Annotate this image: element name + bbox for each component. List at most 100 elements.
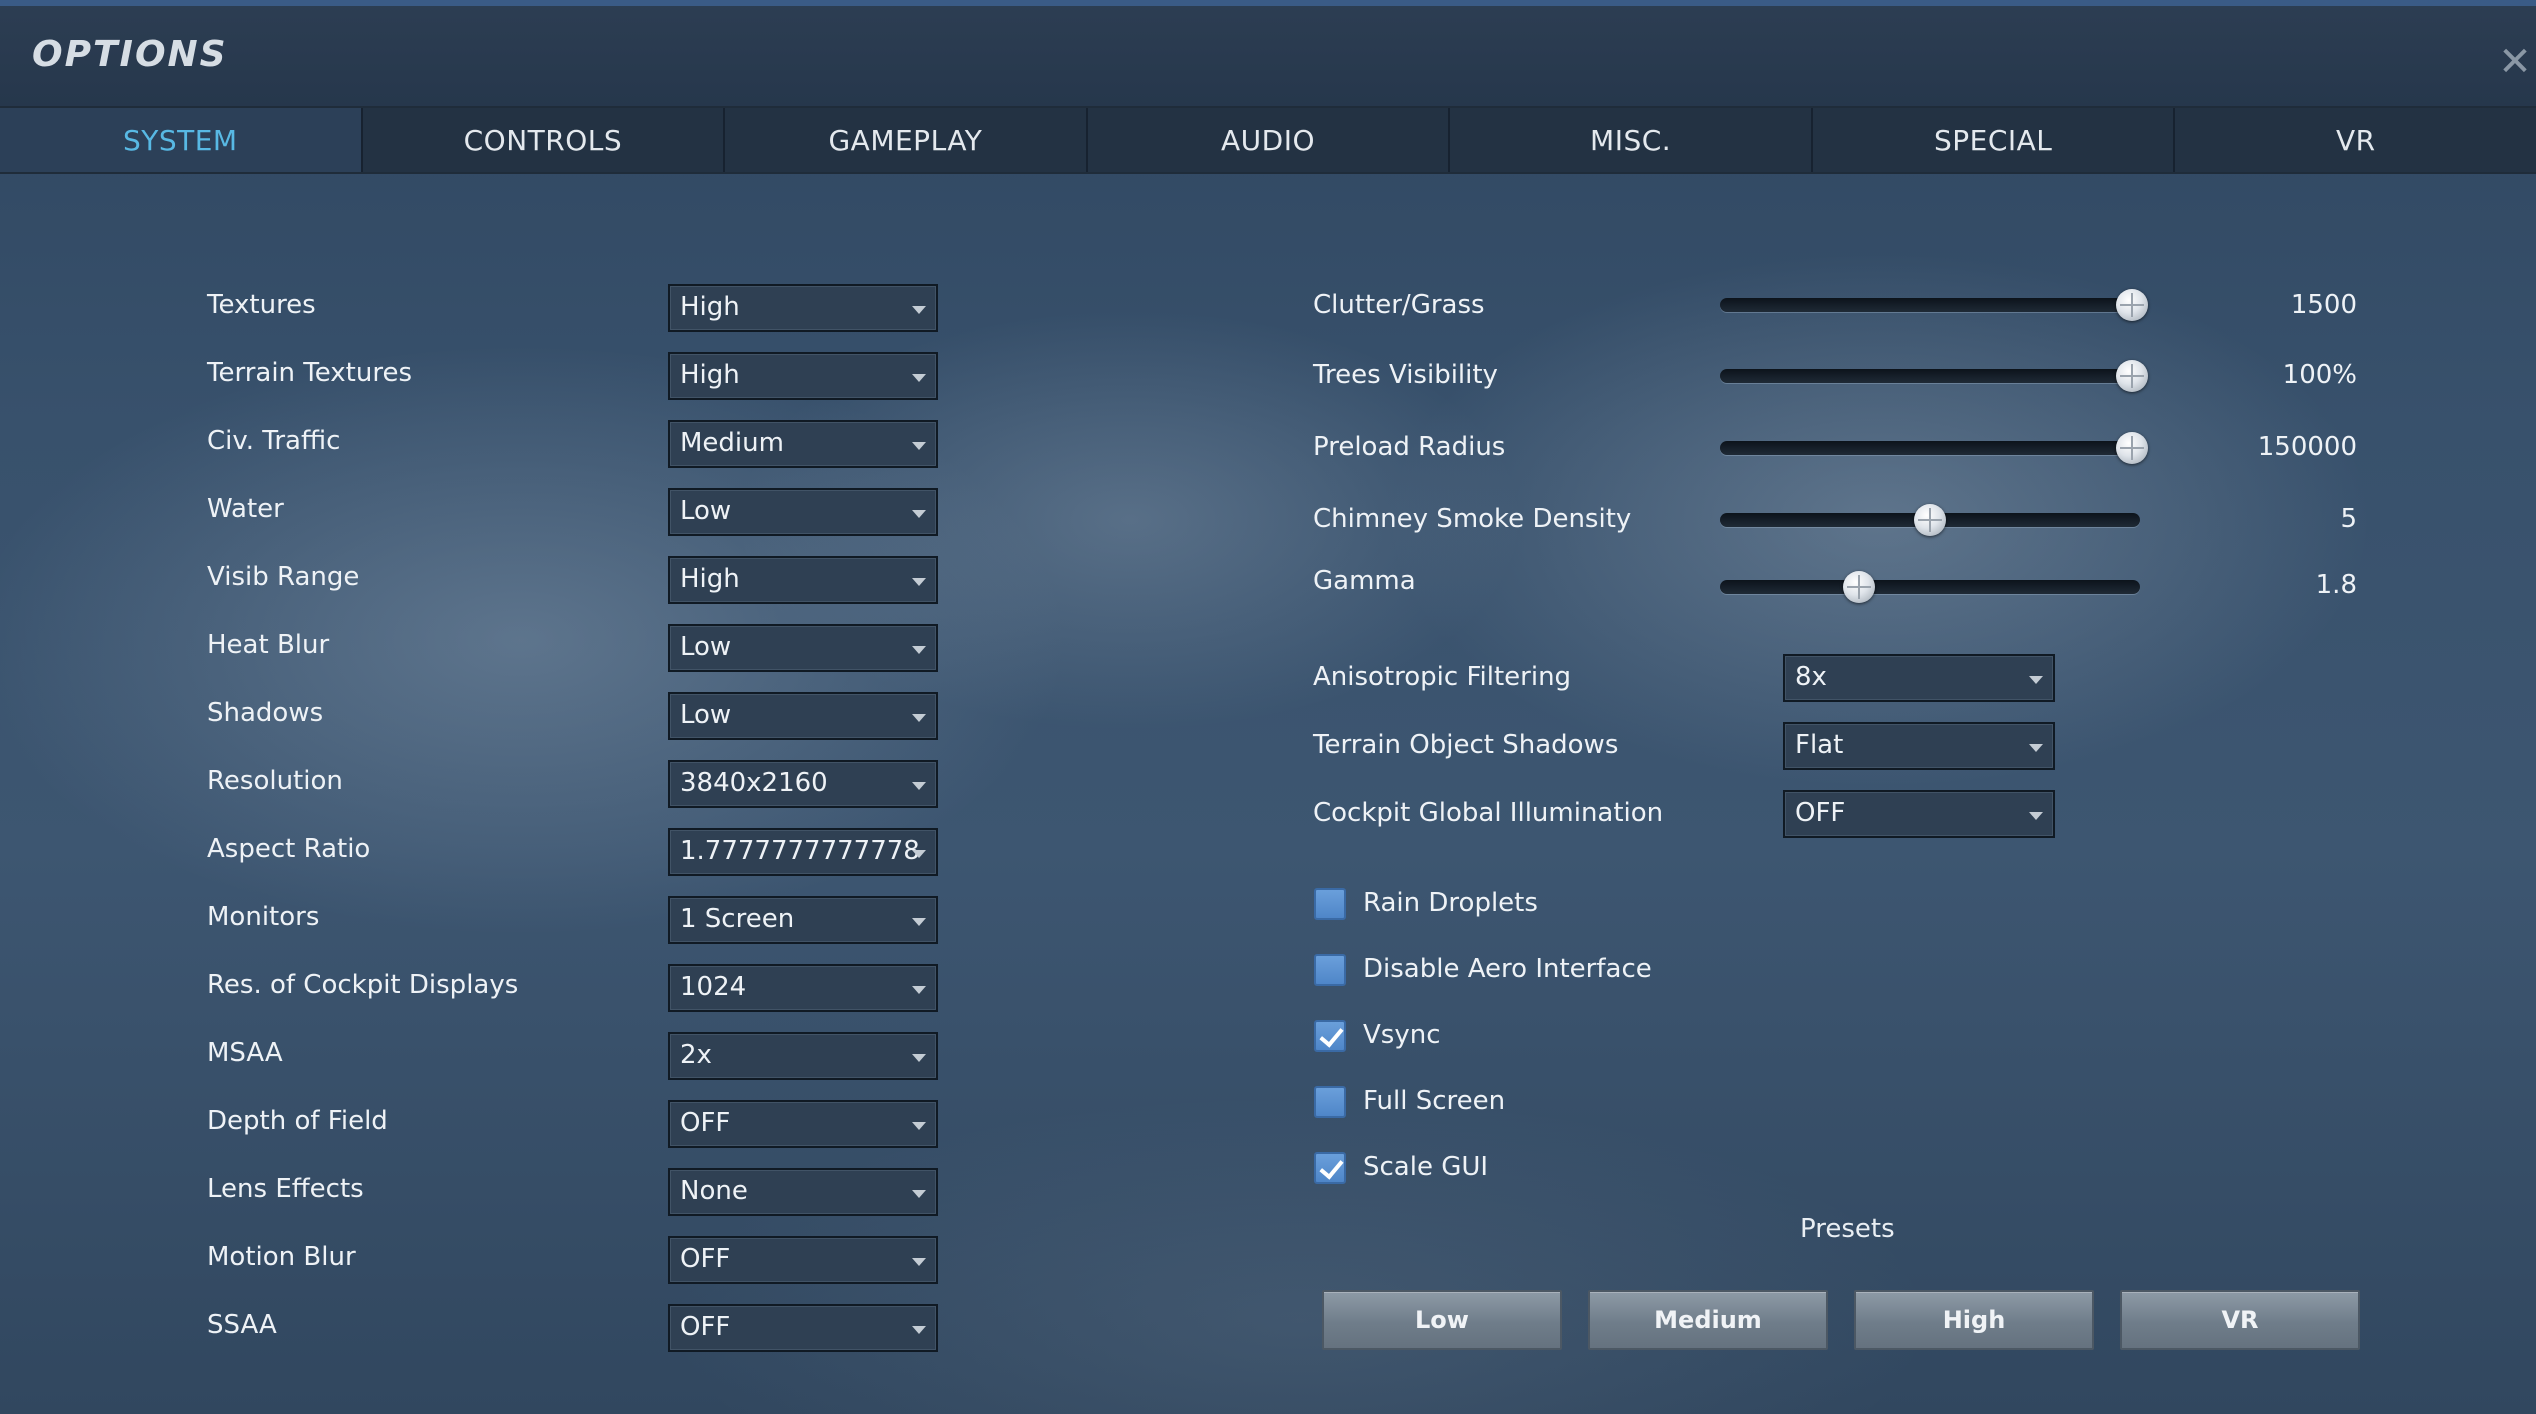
dropdown-value: High bbox=[680, 292, 740, 322]
setting-label-heat-blur: Heat Blur bbox=[207, 630, 330, 660]
dropdown-value: OFF bbox=[680, 1312, 731, 1342]
chevron-down-icon bbox=[912, 986, 926, 994]
setting-label-civ-traffic: Civ. Traffic bbox=[207, 426, 341, 456]
gamma-slider[interactable] bbox=[1720, 580, 2140, 594]
tab-misc[interactable]: MISC. bbox=[1448, 108, 1811, 172]
cockpit-displays-res-dropdown[interactable]: 1024 bbox=[668, 964, 938, 1012]
slider-label-chimney-smoke: Chimney Smoke Density bbox=[1313, 504, 1632, 534]
aspect-ratio-dropdown[interactable]: 1.7777777777778 bbox=[668, 828, 938, 876]
chevron-down-icon bbox=[2029, 744, 2043, 752]
slider-label-gamma: Gamma bbox=[1313, 566, 1416, 596]
slider-label-preload-radius: Preload Radius bbox=[1313, 432, 1506, 462]
close-icon[interactable]: ✕ bbox=[2498, 42, 2532, 82]
preset-low-button[interactable]: Low bbox=[1322, 1290, 1562, 1350]
clutter-grass-slider[interactable] bbox=[1720, 298, 2140, 312]
msaa-dropdown[interactable]: 2x bbox=[668, 1032, 938, 1080]
full-screen-label[interactable]: Full Screen bbox=[1363, 1086, 1505, 1116]
setting-label-depth-of-field: Depth of Field bbox=[207, 1106, 388, 1136]
tab-special[interactable]: SPECIAL bbox=[1810, 108, 2174, 172]
chimney-smoke-slider-handle[interactable] bbox=[1914, 504, 1946, 536]
motion-blur-dropdown[interactable]: OFF bbox=[668, 1236, 938, 1284]
chevron-down-icon bbox=[912, 1122, 926, 1130]
shadows-dropdown[interactable]: Low bbox=[668, 692, 938, 740]
setting-label-cockpit-global-illumination: Cockpit Global Illumination bbox=[1313, 798, 1664, 828]
chevron-down-icon bbox=[2029, 812, 2043, 820]
dropdown-value: High bbox=[680, 360, 740, 390]
water-dropdown[interactable]: Low bbox=[668, 488, 938, 536]
dropdown-value: 8x bbox=[1795, 662, 1827, 692]
checkmark-icon bbox=[1319, 1154, 1344, 1180]
slider-label-clutter-grass: Clutter/Grass bbox=[1313, 290, 1485, 320]
dropdown-value: OFF bbox=[680, 1108, 731, 1138]
ssaa-dropdown[interactable]: OFF bbox=[668, 1304, 938, 1352]
cockpit-global-illumination-dropdown[interactable]: OFF bbox=[1783, 790, 2055, 838]
chevron-down-icon bbox=[912, 374, 926, 382]
setting-label-terrain-textures: Terrain Textures bbox=[207, 358, 413, 388]
setting-label-lens-effects: Lens Effects bbox=[207, 1174, 364, 1204]
setting-label-visib-range: Visib Range bbox=[207, 562, 360, 592]
preset-medium-button[interactable]: Medium bbox=[1588, 1290, 1828, 1350]
disable-aero-interface-label[interactable]: Disable Aero Interface bbox=[1363, 954, 1652, 984]
preload-radius-value: 150000 bbox=[2257, 432, 2357, 462]
scale-gui-checkbox[interactable] bbox=[1314, 1152, 1346, 1184]
setting-label-terrain-object-shadows: Terrain Object Shadows bbox=[1313, 730, 1619, 760]
monitors-dropdown[interactable]: 1 Screen bbox=[668, 896, 938, 944]
tab-audio[interactable]: AUDIO bbox=[1085, 108, 1449, 172]
civ-traffic-dropdown[interactable]: Medium bbox=[668, 420, 938, 468]
chevron-down-icon bbox=[912, 782, 926, 790]
chevron-down-icon bbox=[912, 1258, 926, 1266]
terrain-object-shadows-dropdown[interactable]: Flat bbox=[1783, 722, 2055, 770]
tab-controls[interactable]: CONTROLS bbox=[360, 108, 724, 172]
terrain-textures-dropdown[interactable]: High bbox=[668, 352, 938, 400]
dropdown-value: Medium bbox=[680, 428, 784, 458]
trees-visibility-slider[interactable] bbox=[1720, 369, 2140, 383]
disable-aero-interface-checkbox[interactable] bbox=[1314, 954, 1346, 986]
preset-high-button[interactable]: High bbox=[1854, 1290, 2094, 1350]
dropdown-value: Low bbox=[680, 632, 732, 662]
clutter-grass-value: 1500 bbox=[2290, 290, 2357, 320]
chevron-down-icon bbox=[912, 850, 926, 858]
rain-droplets-label[interactable]: Rain Droplets bbox=[1363, 888, 1538, 918]
gamma-slider-handle[interactable] bbox=[1843, 571, 1875, 603]
preload-radius-slider-handle[interactable] bbox=[2116, 432, 2148, 464]
lens-effects-dropdown[interactable]: None bbox=[668, 1168, 938, 1216]
chevron-down-icon bbox=[912, 714, 926, 722]
chevron-down-icon bbox=[912, 306, 926, 314]
textures-dropdown[interactable]: High bbox=[668, 284, 938, 332]
preload-radius-slider[interactable] bbox=[1720, 441, 2140, 455]
preset-vr-button[interactable]: VR bbox=[2120, 1290, 2360, 1350]
setting-label-anisotropic-filtering: Anisotropic Filtering bbox=[1313, 662, 1572, 692]
chevron-down-icon bbox=[912, 646, 926, 654]
setting-label-textures: Textures bbox=[207, 290, 316, 320]
title-bar: OPTIONS ✕ bbox=[0, 6, 2536, 106]
trees-visibility-value: 100% bbox=[2282, 360, 2357, 390]
visib-range-dropdown[interactable]: High bbox=[668, 556, 938, 604]
tab-bar: SYSTEM CONTROLS GAMEPLAY AUDIO MISC. SPE… bbox=[0, 106, 2536, 174]
presets-label: Presets bbox=[1800, 1214, 1895, 1244]
depth-of-field-dropdown[interactable]: OFF bbox=[668, 1100, 938, 1148]
anisotropic-filtering-dropdown[interactable]: 8x bbox=[1783, 654, 2055, 702]
chevron-down-icon bbox=[912, 442, 926, 450]
dropdown-value: Low bbox=[680, 700, 732, 730]
tab-gameplay[interactable]: GAMEPLAY bbox=[723, 108, 1086, 172]
chevron-down-icon bbox=[2029, 676, 2043, 684]
vsync-label[interactable]: Vsync bbox=[1363, 1020, 1441, 1050]
full-screen-checkbox[interactable] bbox=[1314, 1086, 1346, 1118]
clutter-grass-slider-handle[interactable] bbox=[2116, 289, 2148, 321]
resolution-dropdown[interactable]: 3840x2160 bbox=[668, 760, 938, 808]
vsync-checkbox[interactable] bbox=[1314, 1020, 1346, 1052]
rain-droplets-checkbox[interactable] bbox=[1314, 888, 1346, 920]
dropdown-value: OFF bbox=[1795, 798, 1846, 828]
setting-label-resolution: Resolution bbox=[207, 766, 343, 796]
scale-gui-label[interactable]: Scale GUI bbox=[1363, 1152, 1488, 1182]
window-title: OPTIONS bbox=[32, 34, 228, 75]
dropdown-value: OFF bbox=[680, 1244, 731, 1274]
trees-visibility-slider-handle[interactable] bbox=[2116, 360, 2148, 392]
dropdown-value: None bbox=[680, 1176, 748, 1206]
dropdown-value: High bbox=[680, 564, 740, 594]
tab-vr[interactable]: VR bbox=[2173, 108, 2536, 172]
tab-system[interactable]: SYSTEM bbox=[0, 108, 361, 172]
heat-blur-dropdown[interactable]: Low bbox=[668, 624, 938, 672]
checkmark-icon bbox=[1319, 1022, 1344, 1048]
setting-label-msaa: MSAA bbox=[207, 1038, 283, 1068]
